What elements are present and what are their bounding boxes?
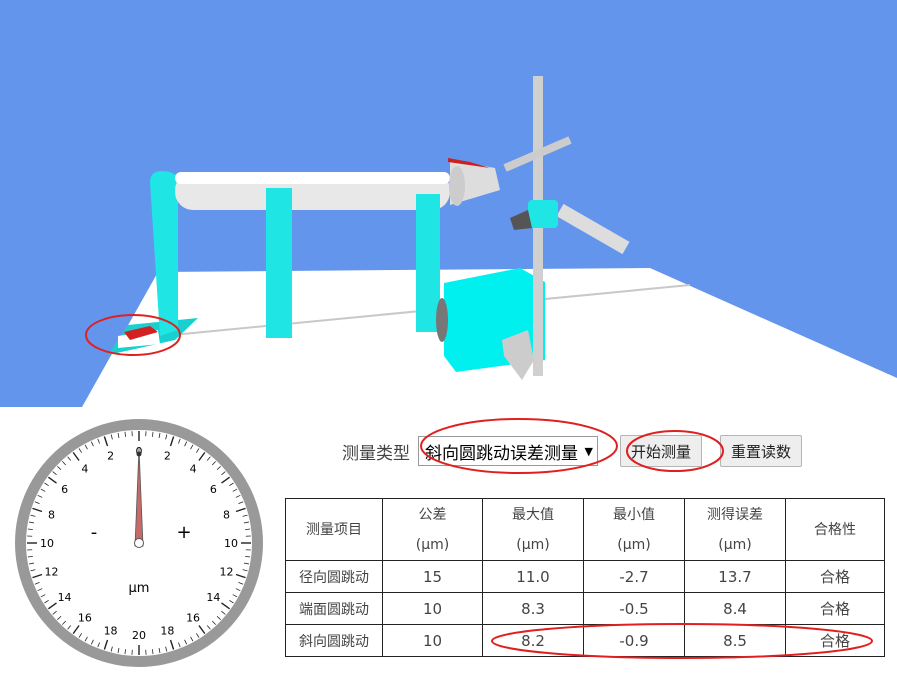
cell-item: 端面圆跳动 xyxy=(285,592,383,625)
dial-number: 8 xyxy=(48,509,55,522)
table-row: 斜向圆跳动 10 8.2 -0.9 8.5 合格 xyxy=(285,624,885,657)
3d-scene[interactable] xyxy=(0,0,897,407)
measure-type-label: 测量类型 xyxy=(342,443,410,464)
header-min: 最小值 (μm) xyxy=(583,498,685,561)
dial-number: 6 xyxy=(61,483,68,496)
dial-number: 14 xyxy=(206,591,220,604)
cell-max: 8.3 xyxy=(482,592,584,625)
dial-number: 12 xyxy=(45,565,59,578)
right-support xyxy=(416,194,440,332)
cell-tolerance: 10 xyxy=(382,624,483,657)
dial-number: 4 xyxy=(190,463,197,476)
header-result: 合格性 xyxy=(785,498,885,561)
middle-support xyxy=(266,188,292,338)
dial-plus: + xyxy=(176,522,191,543)
measure-type-select[interactable]: 斜向圆跳动误差测量 ▼ xyxy=(418,436,598,466)
chevron-down-icon: ▼ xyxy=(584,444,593,458)
dial-unit: μm xyxy=(129,581,150,596)
dial-number: 2 xyxy=(164,450,171,463)
header-tolerance: 公差 (μm) xyxy=(382,498,483,561)
cell-result: 合格 xyxy=(785,560,885,593)
dial-number: 10 xyxy=(224,537,238,550)
dial-number: 8 xyxy=(223,509,230,522)
table-row: 径向圆跳动 15 11.0 -2.7 13.7 合格 xyxy=(285,560,885,593)
cell-item: 径向圆跳动 xyxy=(285,560,383,593)
results-table: 测量项目 公差 (μm) 最大值 (μm) 最小值 (μm) 测得误差 (μm) 合格性… xyxy=(285,498,885,657)
table-row: 端面圆跳动 10 8.3 -0.5 8.4 合格 xyxy=(285,592,885,625)
dial-minus: - xyxy=(91,522,98,543)
dial-number: 12 xyxy=(219,565,233,578)
header-max: 最大值 (μm) xyxy=(482,498,584,561)
measure-type-value: 斜向圆跳动误差测量 xyxy=(425,443,578,464)
dial-gauge: 0 20 2468101214161824681012141618 - + μm xyxy=(15,419,263,667)
dial-number: 18 xyxy=(160,624,174,637)
clamp xyxy=(528,200,558,228)
dial-number: 18 xyxy=(104,624,118,637)
shaft-highlight xyxy=(175,172,450,184)
cell-max: 11.0 xyxy=(482,560,584,593)
cell-tolerance: 10 xyxy=(382,592,483,625)
measure-controls: 测量类型 斜向圆跳动误差测量 ▼ 开始测量 重置读数 xyxy=(342,434,820,468)
collar xyxy=(449,166,465,206)
header-item: 测量项目 xyxy=(285,498,383,561)
dial-number: 10 xyxy=(40,537,54,550)
cell-item: 斜向圆跳动 xyxy=(285,624,383,657)
dial-number-bottom: 20 xyxy=(132,629,146,642)
dial-number: 2 xyxy=(107,450,114,463)
cell-min: -0.9 xyxy=(583,624,685,657)
cell-result: 合格 xyxy=(785,592,885,625)
dial-number: 14 xyxy=(58,591,72,604)
cell-error: 8.4 xyxy=(684,592,786,625)
dial-number: 16 xyxy=(78,611,92,624)
header-error: 测得误差 (μm) xyxy=(684,498,786,561)
dial-number: 6 xyxy=(210,483,217,496)
cell-tolerance: 15 xyxy=(382,560,483,593)
dial-number: 4 xyxy=(81,463,88,476)
cell-result: 合格 xyxy=(785,624,885,657)
dial-number: 16 xyxy=(186,611,200,624)
cell-error: 8.5 xyxy=(684,624,786,657)
cell-max: 8.2 xyxy=(482,624,584,657)
cell-min: -0.5 xyxy=(583,592,685,625)
tail-wheel xyxy=(436,298,448,342)
cell-error: 13.7 xyxy=(684,560,786,593)
start-measure-button[interactable]: 开始测量 xyxy=(620,435,703,467)
cell-min: -2.7 xyxy=(583,560,685,593)
reset-reading-button[interactable]: 重置读数 xyxy=(720,435,803,467)
table-header-row: 测量项目 公差 (μm) 最大值 (μm) 最小值 (μm) 测得误差 (μm) 合格性 xyxy=(285,498,885,561)
